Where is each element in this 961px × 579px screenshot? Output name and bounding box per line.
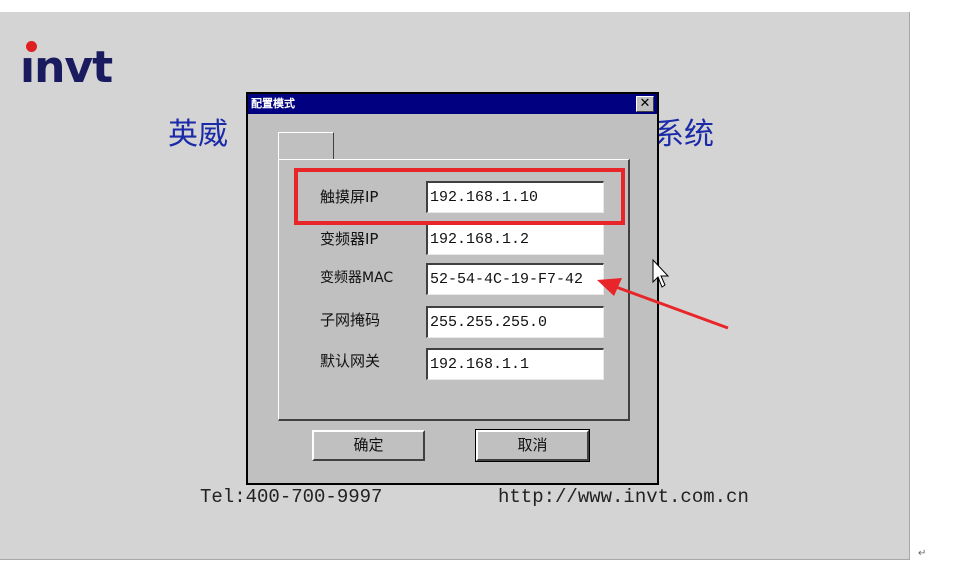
annotation-layer [597,258,729,330]
return-mark: ↵ [918,548,927,559]
mouse-cursor-icon [652,258,670,288]
